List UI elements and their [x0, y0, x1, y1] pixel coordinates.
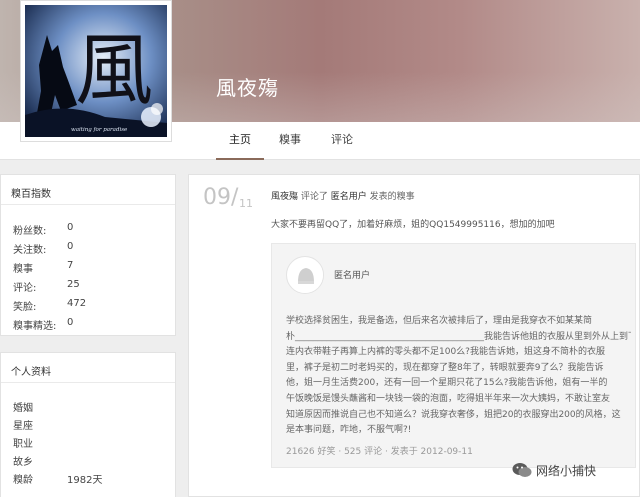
quoted-line: 是本事问题，咋地，不服气啊?! — [286, 425, 412, 436]
stat-row: 评论: 25 — [13, 279, 80, 294]
stat-row: 糗事 7 — [13, 260, 73, 275]
stats-panel: 糗百指数 粉丝数: 0 关注数: 0 糗事 7 评论: 25 笑脸: 472 糗事精选: 0 — [0, 174, 176, 336]
stat-key: 评论: — [13, 283, 37, 294]
stat-value: 472 — [67, 298, 87, 309]
quoted-line: 学校选择贫困生，我是备选，但后来名次被排后了，理由是我穿衣不如某某简 — [286, 316, 593, 326]
watermark: 网络小捕快 — [512, 462, 596, 481]
profile-key: 糗龄 — [13, 475, 33, 486]
feed-suffix: 发表的糗事 — [369, 192, 415, 202]
profile-key: 星座 — [13, 421, 33, 432]
tab-posts[interactable]: 糗事 — [270, 122, 310, 160]
personal-panel: 个人资料 婚姻 星座 职业 故乡 糗龄 1982天 — [0, 352, 176, 497]
stat-value: 7 — [67, 260, 74, 271]
profile-key: 故乡 — [13, 457, 33, 468]
profile-row: 职业 — [13, 435, 33, 450]
stat-row: 笑脸: 472 — [13, 298, 86, 313]
feed-verb: 评论了 — [300, 192, 328, 202]
anonymous-user-icon — [288, 258, 323, 293]
feed-action-line: 風夜殤 评论了 匿名用户 发表的糗事 — [271, 189, 415, 202]
stat-row: 关注数: 0 — [13, 241, 73, 256]
tab-home[interactable]: 主页 — [216, 122, 264, 160]
quoted-line: 午饭晚饭是馒头蘸酱和一块钱一袋的泡面，吃得姐半年来一次大姨妈，不敢让室友 — [286, 393, 611, 404]
feed-comment-text: 大家不要再留QQ了，加着好麻烦，姐的QQ1549995116，想加的加吧 — [271, 220, 555, 230]
stat-key: 糗事精选: — [13, 321, 57, 332]
avatar-calligraphy: 風 — [75, 26, 153, 116]
personal-panel-title: 个人资料 — [1, 353, 175, 383]
quoted-line: 连内衣带鞋子再算上内裤的零头都不足100么?我能告诉她，姐这身不简朴的衣服 — [286, 347, 605, 358]
profile-key: 婚姻 — [13, 403, 33, 414]
stat-value: 0 — [67, 317, 74, 328]
stat-key: 糗事 — [13, 264, 33, 275]
anonymous-avatar[interactable] — [286, 256, 324, 294]
stat-value: 0 — [67, 241, 74, 252]
quoted-line: 知道原因而推说自己也不知道么？说我穿衣奢侈，姐把20的衣服穿出200的风格，这 — [286, 409, 621, 420]
stats-panel-title: 糗百指数 — [1, 175, 175, 205]
avatar[interactable]: 風 waiting for paradise — [20, 0, 172, 142]
stat-row: 粉丝数: 0 — [13, 222, 73, 237]
profile-row: 星座 — [13, 417, 33, 432]
stat-key: 关注数: — [13, 245, 47, 256]
quoted-post-text: 学校选择贫困生，我是备选，但后来名次被排后了，理由是我穿衣不如某某简 朴____… — [286, 314, 631, 439]
stat-value: 25 — [67, 279, 80, 290]
profile-username: 風夜殤 — [216, 76, 279, 100]
tab-comments[interactable]: 评论 — [322, 122, 362, 160]
feed-item: 09/ 11 風夜殤 评论了 匿名用户 发表的糗事 大家不要再留QQ了，加着好麻… — [188, 174, 640, 497]
stat-key: 粉丝数: — [13, 226, 47, 237]
avatar-caption: waiting for paradise — [71, 127, 128, 133]
quoted-user-name[interactable]: 匿名用户 — [334, 268, 370, 281]
stat-key: 笑脸: — [13, 302, 37, 313]
stat-value: 0 — [67, 222, 74, 233]
profile-key: 职业 — [13, 439, 33, 450]
avatar-image: 風 waiting for paradise — [25, 5, 167, 137]
feed-target-user-link[interactable]: 匿名用户 — [331, 192, 367, 202]
quoted-post-meta: 21626 好笑 · 525 评论 · 发表于 2012-09-11 — [286, 447, 473, 457]
profile-row: 故乡 — [13, 453, 33, 468]
quoted-line: 朴_______________________________________… — [286, 331, 631, 342]
quoted-line: 里，裤子是初二时老妈买的，现在都穿了整8年了，转眼就要奔9了么？我能告诉 — [286, 362, 604, 373]
profile-row: 糗龄 1982天 — [13, 471, 102, 486]
quoted-line: 他，姐一月生活费200，还有一回一个星期只花了15么?我能告诉他，姐有一半的 — [286, 378, 608, 389]
profile-row: 婚姻 — [13, 399, 33, 414]
feed-date-month: 11 — [239, 197, 253, 210]
wechat-icon — [512, 462, 532, 481]
watermark-text: 网络小捕快 — [536, 464, 597, 478]
feed-actor-link[interactable]: 風夜殤 — [271, 192, 298, 202]
profile-value: 1982天 — [67, 475, 103, 486]
feed-date-day: 09/ — [203, 185, 239, 210]
quoted-post[interactable]: 匿名用户 学校选择贫困生，我是备选，但后来名次被排后了，理由是我穿衣不如某某简 … — [271, 243, 636, 468]
stat-row: 糗事精选: 0 — [13, 317, 73, 332]
